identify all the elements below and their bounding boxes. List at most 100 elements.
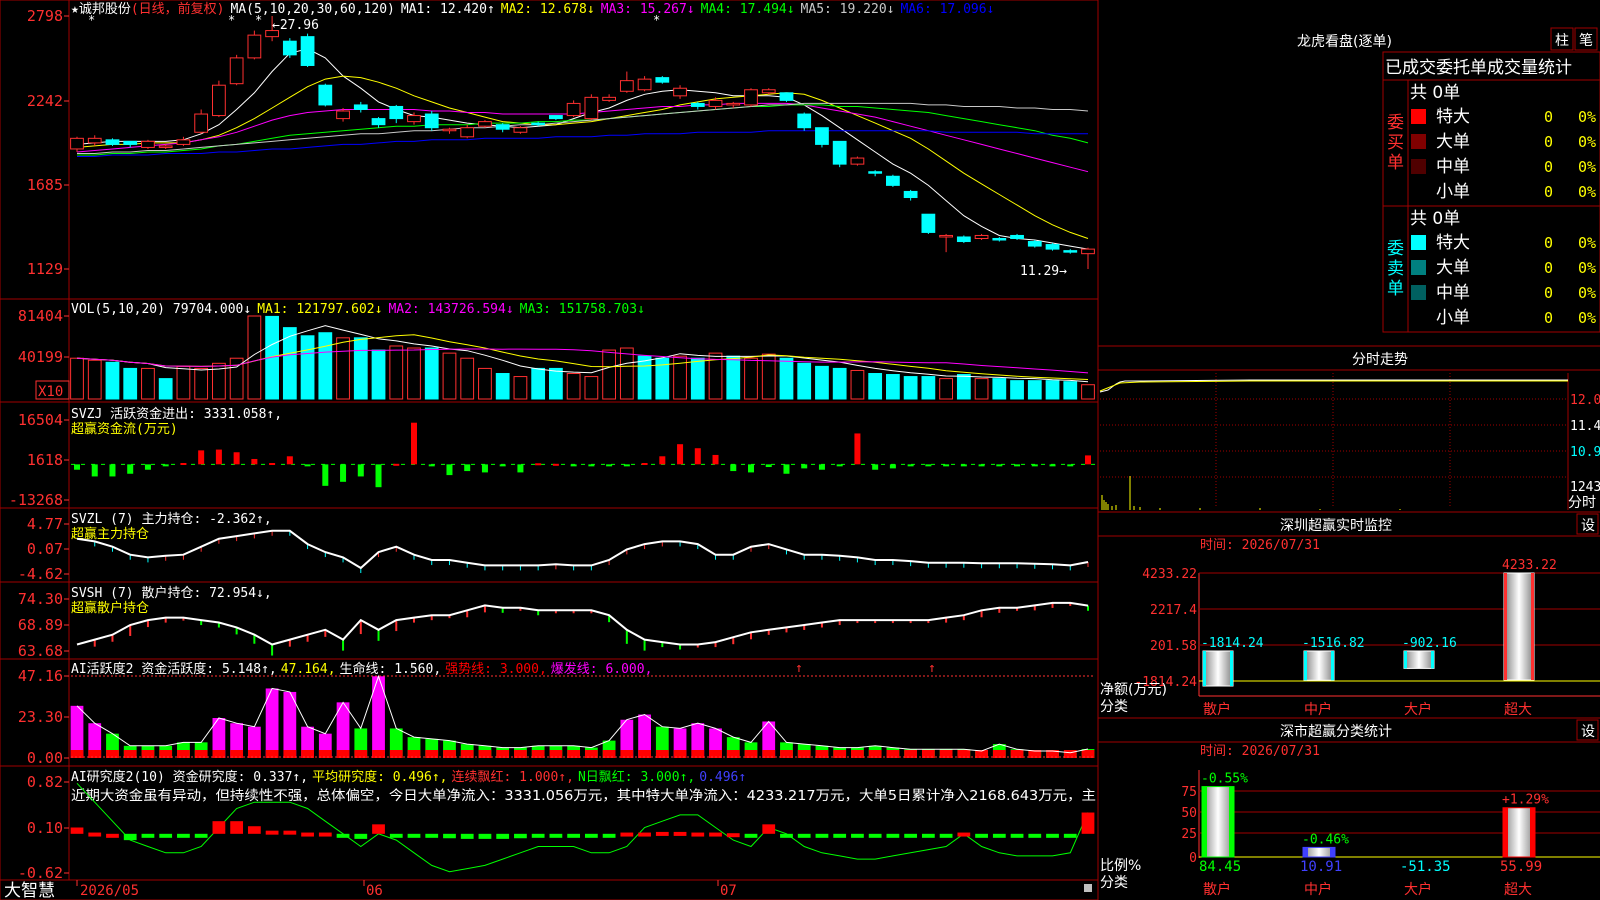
ai2-bar	[975, 833, 988, 838]
stats-value: 10.91	[1300, 859, 1342, 875]
ai2-bar	[123, 833, 137, 841]
svzj-bar	[836, 464, 843, 467]
stats-tick: 25	[1181, 827, 1197, 842]
stats-change-label: -0.46%	[1302, 832, 1349, 847]
svzl-line	[76, 529, 1089, 574]
ma2-value: MA2: 12.678↓	[501, 2, 595, 17]
order-row-count: 0	[1544, 284, 1553, 302]
order-row-pct: 0%	[1578, 259, 1596, 277]
sell-total: 共 0单	[1410, 209, 1460, 229]
volume-bar	[797, 362, 812, 400]
volume-bar	[141, 367, 155, 400]
ai2-bar	[159, 833, 173, 838]
volume-bar	[407, 347, 421, 400]
ai2-bar	[1010, 833, 1024, 838]
stats-value: 84.45	[1199, 859, 1241, 875]
candle	[371, 118, 386, 126]
candle	[637, 78, 652, 91]
svzj-bar	[198, 450, 205, 465]
ai2-bar	[372, 824, 385, 834]
tab-volume-stats[interactable]: 成交量统计	[1487, 58, 1572, 78]
stats-bar-edge	[1503, 807, 1508, 857]
order-row-name: 小单	[1436, 308, 1470, 328]
volume-bar	[584, 376, 599, 400]
order-row-count: 0	[1544, 133, 1553, 151]
ai1-v4: 强势线: 3.000,	[445, 661, 547, 677]
intraday-avg-line	[1099, 380, 1568, 392]
candle	[424, 113, 439, 129]
ai1-base-bar	[815, 750, 829, 758]
ai2-bar	[460, 833, 474, 839]
candle	[141, 140, 155, 148]
svzj-bar	[1085, 455, 1091, 465]
candle	[318, 84, 333, 106]
signal-star: *	[255, 13, 262, 27]
date-label: 07	[720, 883, 737, 899]
ai2-bar	[904, 833, 918, 838]
ai2-tick: 0.82	[27, 773, 63, 791]
volume-bar	[1010, 380, 1024, 400]
candle	[584, 96, 599, 120]
svzl-tick: -4.62	[18, 565, 63, 583]
order-row-name: 特大	[1436, 233, 1470, 253]
svzj-bar	[818, 464, 825, 470]
svzj-bar	[872, 464, 879, 470]
svzj-bar	[269, 463, 276, 466]
candle	[939, 234, 953, 238]
candlesticks	[70, 16, 1095, 269]
ai2-bar	[106, 833, 119, 838]
candle	[336, 110, 350, 120]
candle	[495, 124, 510, 130]
ai2-bar	[514, 833, 527, 839]
ai1-tick: 47.16	[18, 667, 63, 685]
ai2-bar	[1081, 812, 1095, 834]
volume-bar	[495, 373, 510, 400]
svzl-tick: 0.07	[27, 540, 63, 558]
tab-filled[interactable]: 已成交	[1385, 58, 1436, 78]
stock-terminal-chart[interactable]: 2798 2242 1685 1129 81404 40199 16504 16…	[0, 0, 1600, 900]
ai2-bar	[141, 833, 155, 838]
ai2-bar	[389, 833, 403, 838]
volume-bar	[424, 347, 439, 400]
ai1-v3: 生命线: 1.560,	[340, 661, 442, 677]
candle	[673, 87, 687, 97]
volume-bar	[336, 337, 350, 400]
svzj-bar	[765, 464, 772, 468]
tab-orders[interactable]: 委托单	[1436, 58, 1487, 78]
svzj-bar	[535, 463, 542, 466]
volume-bar	[105, 361, 120, 400]
ai2-bar	[283, 830, 297, 835]
svsh-line	[76, 601, 1089, 656]
ma-line-5	[77, 102, 1089, 154]
vol-ma2: MA2: 143726.594↓	[388, 302, 513, 317]
lock-icon[interactable]	[1084, 884, 1092, 892]
order-row-pct: 0%	[1578, 309, 1596, 327]
ai2-bar	[833, 833, 847, 838]
monitor-bar-edge	[1431, 651, 1434, 669]
vol-tick: 81404	[18, 307, 63, 325]
ai1-base-bar	[691, 750, 705, 758]
candle	[158, 145, 173, 148]
volume-bar	[602, 349, 616, 400]
volume-bar	[1027, 380, 1042, 400]
buy-rows: 特大 0 0% 大单 0 0% 中单 0 0% 小单 0 0%	[1411, 107, 1596, 202]
ma3-value: MA3: 15.267↓	[601, 2, 695, 17]
intraday-tick: 12.06	[1570, 393, 1600, 408]
monitor-tick: 201.58	[1150, 639, 1197, 654]
candle	[212, 84, 226, 117]
candle	[513, 127, 528, 133]
ai2-bar	[744, 833, 758, 838]
volume-bar	[158, 378, 173, 400]
volume-bar	[194, 367, 209, 400]
ai1-signal-arrow: ↑	[928, 661, 936, 676]
monitor-y-label: 净额(万元)	[1100, 682, 1167, 698]
volume-bar	[1045, 380, 1060, 400]
stats-bar-edge	[1530, 807, 1535, 857]
stats-bar-edge	[1330, 847, 1335, 857]
order-row-name: 中单	[1436, 283, 1470, 303]
volume-bar	[176, 365, 191, 400]
candle	[992, 237, 1007, 241]
svzj-bar	[712, 454, 719, 465]
volume-bar	[744, 357, 758, 400]
volume-bar	[513, 376, 528, 400]
